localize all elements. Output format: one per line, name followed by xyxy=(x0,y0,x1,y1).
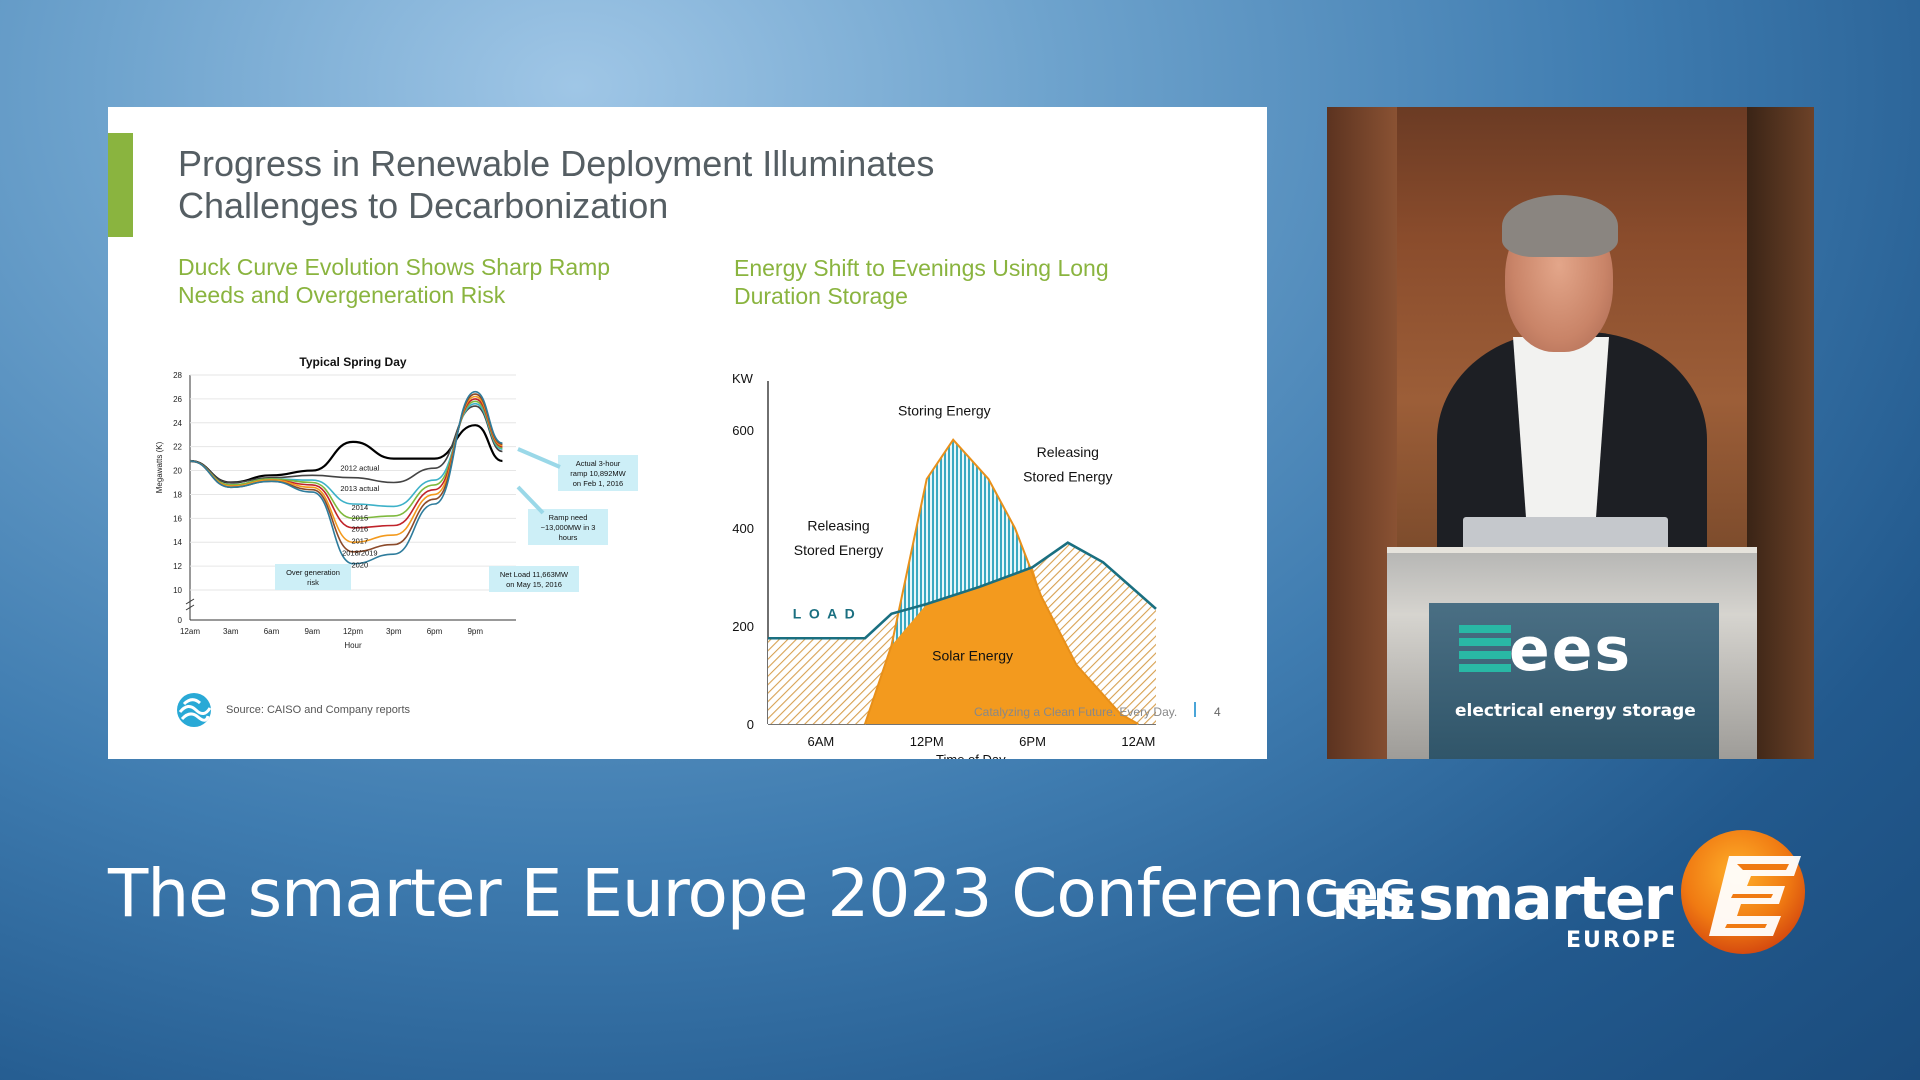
duck-y-tick-label: 16 xyxy=(173,514,182,523)
left-heading: Duck Curve Evolution Shows Sharp Ramp Ne… xyxy=(178,253,610,309)
duck-annotation-overgen-text: risk xyxy=(307,578,319,587)
shift-y-tick-label: 400 xyxy=(732,521,754,536)
duck-annotation-actual-ramp-text: on Feb 1, 2016 xyxy=(573,479,623,488)
duck-curve-chart: Typical Spring Day 0 10 12 14 16 18 20 22 24 26 28 M… xyxy=(155,355,638,650)
speaker-hair xyxy=(1502,195,1618,257)
slide-title: Progress in Renewable Deployment Illumin… xyxy=(178,143,1078,227)
source-note: Source: CAISO and Company reports xyxy=(226,704,411,716)
duck-x-tick-label: 6pm xyxy=(427,627,443,636)
brand-the: THE xyxy=(1326,880,1416,929)
duck-y-tick-label: 26 xyxy=(173,395,182,404)
shift-load-label: L O A D xyxy=(793,606,857,622)
speaker-shirt xyxy=(1513,337,1609,537)
duck-series-label: 2015 xyxy=(351,514,368,523)
duck-annotation-ramp-need-text: hours xyxy=(559,533,578,542)
shift-x-tick-label: 12AM xyxy=(1121,734,1155,749)
duck-annotation-overgen: Over generationrisk xyxy=(275,564,351,590)
duck-series-label: 2016 xyxy=(351,524,368,533)
podium: ees electrical energy storage xyxy=(1387,547,1757,759)
duck-series-line xyxy=(189,393,503,553)
duck-y-tick-label: 12 xyxy=(173,562,182,571)
duck-y-tick-label: 22 xyxy=(173,443,182,452)
wall-panel-right xyxy=(1747,107,1814,759)
duck-y-tick-label: 24 xyxy=(173,419,182,428)
duck-series-label: 2017 xyxy=(351,536,368,545)
brand-smarter: smarter xyxy=(1418,864,1673,934)
stage: Progress in Renewable Deployment Illumin… xyxy=(0,0,1920,1080)
duck-series-label: 2013 actual xyxy=(340,484,379,493)
brand-europe: EUROPE xyxy=(1566,928,1678,953)
duck-y-tick-label: 28 xyxy=(173,371,182,380)
duck-chart-title: Typical Spring Day xyxy=(299,355,406,369)
duck-series-label: 2020 xyxy=(351,560,368,569)
slide-page-number: 4 xyxy=(1214,705,1221,719)
footer-separator xyxy=(1194,702,1196,717)
slide-title-line-1: Progress in Renewable Deployment Illumin… xyxy=(178,143,935,184)
left-heading-line-1: Duck Curve Evolution Shows Sharp Ramp xyxy=(178,254,611,280)
ees-logo: ees xyxy=(1509,615,1633,685)
shift-x-tick-label: 6AM xyxy=(808,734,835,749)
shift-y-tick-label: 0 xyxy=(747,717,754,732)
duck-x-tick-label: 3am xyxy=(223,627,239,636)
title-accent-bar xyxy=(108,133,133,237)
shift-releasing-right-label: Releasing xyxy=(1037,444,1099,460)
duck-y-tick-label: 14 xyxy=(173,538,182,547)
duck-series-label: 2018/2019 xyxy=(342,548,377,557)
shift-x-axis-label: Time of Day xyxy=(936,752,1006,759)
right-heading-line-2: Duration Storage xyxy=(734,283,908,309)
shift-y-axis-label: KW xyxy=(732,371,754,386)
slide-title-line-2: Challenges to Decarbonization xyxy=(178,185,669,226)
duck-y-tick-label: 20 xyxy=(173,467,182,476)
duck-annotation-net-load: Net Load 11,663MWon May 15, 2016 xyxy=(489,566,579,592)
shift-x-tick-label: 12PM xyxy=(910,734,944,749)
ees-stripes-icon xyxy=(1459,625,1511,683)
duck-annotation-net-load-text: Net Load 11,663MW xyxy=(500,570,569,579)
duck-x-tick-label: 3pm xyxy=(386,627,402,636)
shift-solar-label: Solar Energy xyxy=(932,647,1013,663)
duck-annotation-overgen-text: Over generation xyxy=(286,568,340,577)
duck-x-tick-label: 6am xyxy=(264,627,280,636)
duck-x-tick-label: 12am xyxy=(180,627,200,636)
duck-y-axis-label: Megawatts (K) xyxy=(155,441,164,493)
duck-series-line xyxy=(189,400,503,520)
presentation-slide: Progress in Renewable Deployment Illumin… xyxy=(108,107,1267,759)
duck-annotation-actual-ramp-text: Actual 3-hour xyxy=(576,459,621,468)
shift-x-tick-label: 6PM xyxy=(1019,734,1046,749)
podium-logo-panel: ees electrical energy storage xyxy=(1429,603,1719,759)
conference-title: The smarter E Europe 2023 Conferences xyxy=(108,855,1413,932)
brand-logo: THE smarter EUROPE xyxy=(1326,828,1816,958)
right-heading: Energy Shift to Evenings Using Long Dura… xyxy=(734,254,1109,310)
left-heading-line-2: Needs and Overgeneration Risk xyxy=(178,282,506,308)
duck-annotation-actual-ramp-text: ramp 10,892MW xyxy=(570,469,626,478)
duck-annotation-ramp-need-text: ~13,000MW in 3 xyxy=(541,523,596,532)
duck-annotation-actual-ramp: Actual 3-hourramp 10,892MWon Feb 1, 2016 xyxy=(558,455,638,491)
shift-releasing-left-label: Stored Energy xyxy=(794,542,884,558)
brand-e-icon xyxy=(1681,830,1805,954)
duck-series-label: 2014 xyxy=(351,503,368,512)
duck-x-tick-label: 9am xyxy=(304,627,320,636)
energy-shift-chart: KW 0 200 400 600 6AM 12PM 6PM 12AM Time of Day L O… xyxy=(732,371,1157,759)
duck-y-tick-label: 18 xyxy=(173,490,182,499)
footer-tagline: Catalyzing a Clean Future. Every Day. xyxy=(974,705,1178,719)
duck-callout-pointer xyxy=(517,447,561,469)
duck-x-axis-label: Hour xyxy=(344,641,362,650)
duck-x-tick-label: 9pm xyxy=(467,627,483,636)
speaker-video: ees electrical energy storage xyxy=(1327,107,1814,759)
duck-annotation-ramp-need-text: Ramp need xyxy=(549,513,588,522)
duck-y-tick-label: 10 xyxy=(173,586,182,595)
shift-y-tick-label: 600 xyxy=(732,423,754,438)
shift-y-tick-label: 200 xyxy=(732,619,754,634)
duck-series-label: 2012 actual xyxy=(340,464,379,473)
ees-caption: electrical energy storage xyxy=(1455,701,1696,721)
duck-annotation-ramp-need: Ramp need~13,000MW in 3hours xyxy=(528,509,608,545)
duck-y-tick-label: 0 xyxy=(178,616,183,625)
company-logo-icon xyxy=(177,693,212,727)
duck-annotation-net-load-text: on May 15, 2016 xyxy=(506,580,562,589)
shift-releasing-right-label: Stored Energy xyxy=(1023,468,1112,484)
duck-x-tick-label: 12pm xyxy=(343,627,363,636)
shift-storing-label: Storing Energy xyxy=(898,402,991,418)
shift-releasing-left-label: Releasing xyxy=(807,517,869,533)
right-heading-line-1: Energy Shift to Evenings Using Long xyxy=(734,255,1109,281)
